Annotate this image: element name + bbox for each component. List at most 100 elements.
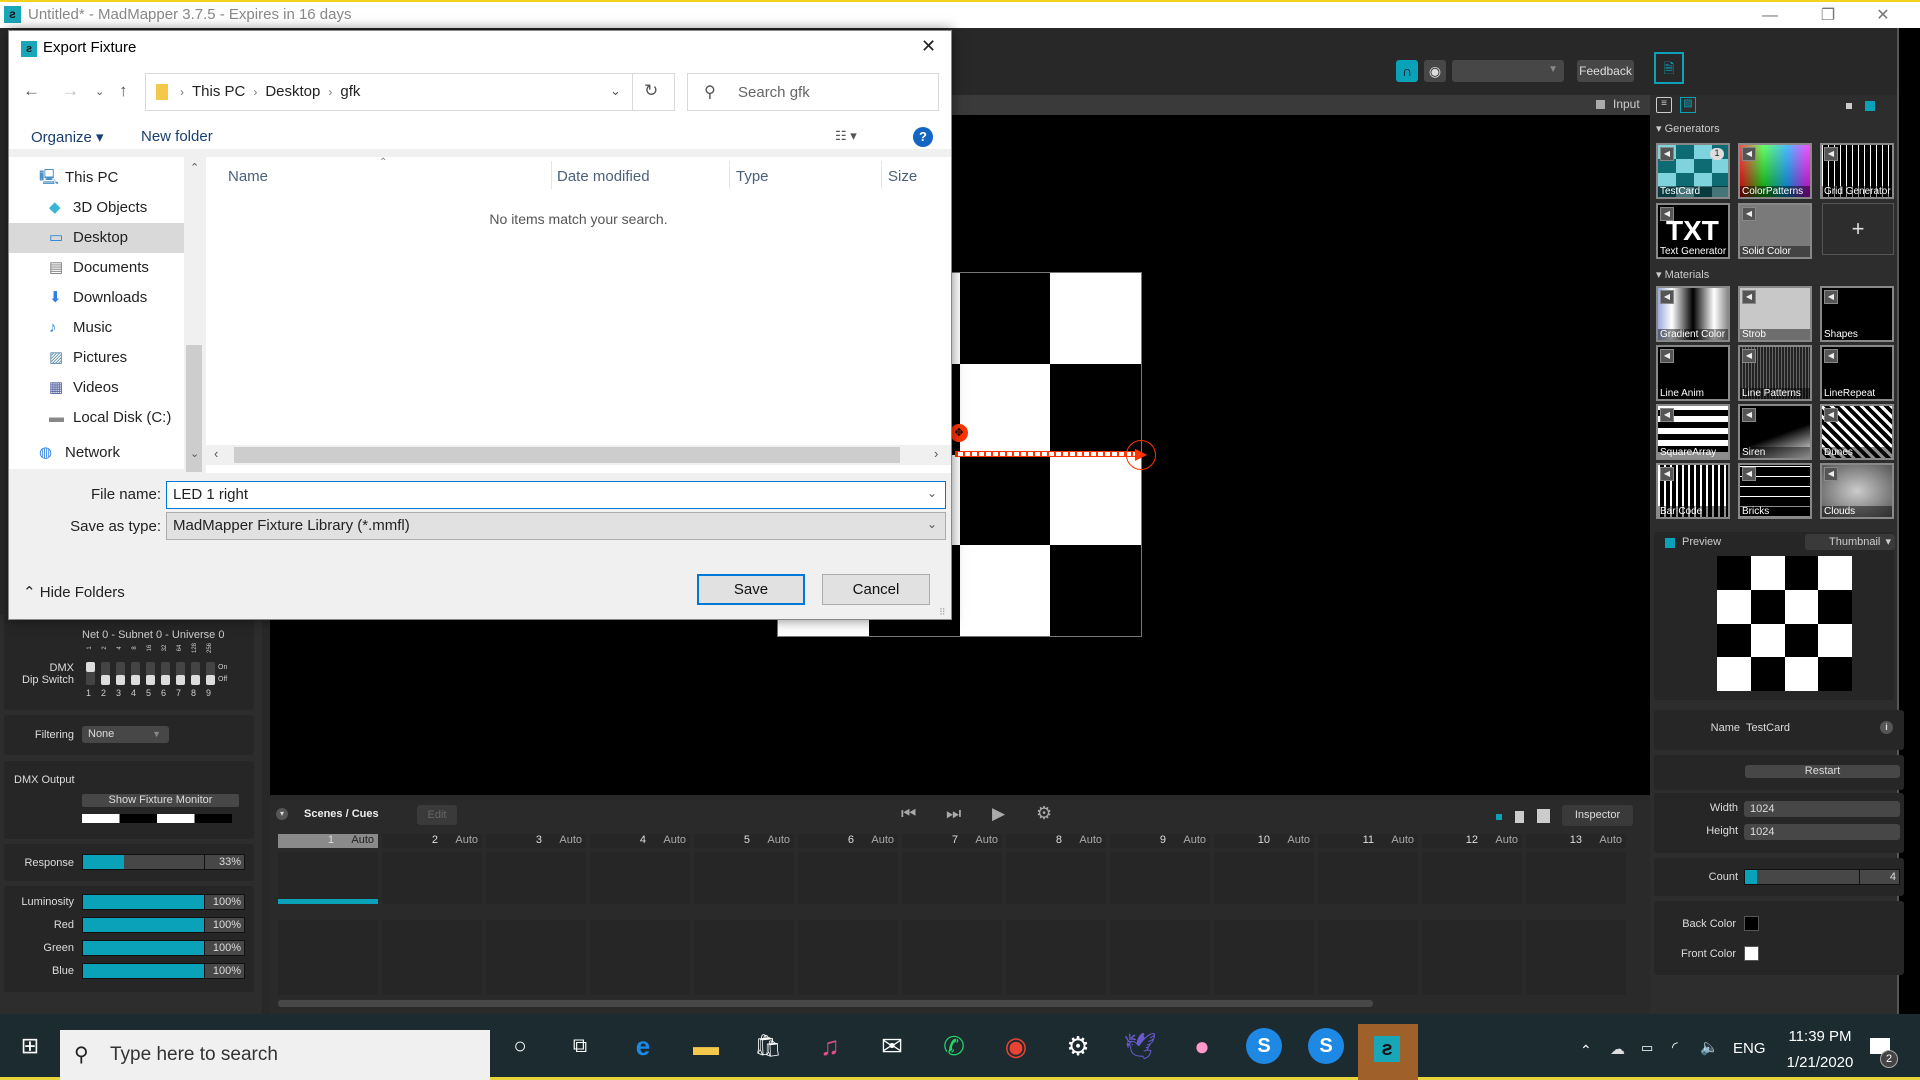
led-line-fixture[interactable] [955,451,1140,457]
height-input[interactable]: 1024 [1744,824,1900,840]
help-button[interactable]: ? [913,127,933,147]
bird-app-icon[interactable]: 🕊 [1122,1028,1158,1064]
language-indicator[interactable]: ENG [1733,1040,1766,1057]
material-tile[interactable]: ◀ Bricks [1738,463,1812,519]
cue-size-medium[interactable] [1515,811,1524,823]
dialog-close-button[interactable]: ✕ [921,36,936,57]
cue-cell[interactable] [382,852,482,904]
preview-play-icon[interactable]: ◀ [1824,147,1838,161]
dip-switch[interactable] [161,662,170,685]
nav-item[interactable]: ▤ Documents [9,253,184,283]
save-button[interactable]: Save [697,574,805,605]
cue-cell[interactable] [694,920,794,995]
cue-cell[interactable] [1006,920,1106,995]
cue-cell[interactable] [278,852,378,904]
cue-cell[interactable] [1318,852,1418,904]
preview-play-icon[interactable]: ◀ [1824,290,1838,304]
cue-cell[interactable] [1110,852,1210,904]
windows-start-icon[interactable]: ⊞ [12,1028,48,1064]
file-name-input[interactable]: LED 1 right ⌄ [166,481,946,509]
preview-play-icon[interactable]: ◀ [1742,349,1756,363]
generator-tile[interactable]: ◀ 1 TestCard [1656,143,1730,199]
recent-locations-icon[interactable]: ⌄ [95,85,104,98]
show-fixture-monitor-button[interactable]: Show Fixture Monitor [82,794,239,807]
cue-cell[interactable] [1526,852,1626,904]
maximize-button[interactable]: ❐ [1805,4,1851,28]
chrome-icon[interactable]: ◉ [998,1028,1034,1064]
view-options-icon[interactable]: ☷ ▾ [835,128,857,144]
cue-cell[interactable] [486,852,586,904]
image-view-icon[interactable]: ▨ [1680,97,1696,113]
cue-header[interactable]: 5 Auto [694,834,794,848]
cue-header[interactable]: 8 Auto [1006,834,1106,848]
itunes-icon[interactable]: ♫ [812,1028,848,1064]
channel-slider[interactable]: 100% [82,917,245,933]
edit-button[interactable]: Edit [417,805,457,825]
breadcrumb-item[interactable]: This PC [192,83,245,100]
cue-cell[interactable] [1422,852,1522,904]
move-handle-icon[interactable]: ✥ [950,424,968,442]
dip-switch[interactable] [146,662,155,685]
cues-horizontal-scrollbar[interactable] [278,1000,1373,1007]
collapse-icon[interactable]: ▾ [276,808,288,820]
material-tile[interactable]: ◀ LineRepeat [1820,345,1894,401]
onedrive-icon[interactable]: ☁ [1610,1040,1625,1058]
cue-size-large[interactable] [1537,809,1550,823]
material-tile[interactable]: ◀ SquareArray [1656,404,1730,460]
show-hidden-icons[interactable]: ⌃ [1580,1042,1592,1059]
cue-cell[interactable] [1110,920,1210,995]
pig-app-icon[interactable]: ● [1184,1028,1220,1064]
info-icon[interactable]: i [1880,721,1893,734]
task-view-icon[interactable]: ⧉ [562,1028,598,1064]
column-name[interactable]: Name [228,168,268,185]
whatsapp-icon[interactable]: ✆ [936,1028,972,1064]
refresh-icon[interactable]: ↻ [644,81,658,101]
breadcrumb-item[interactable]: Desktop [265,83,320,100]
settings-gear-icon[interactable]: ⚙ [1036,803,1052,824]
settings-icon[interactable]: ⚙ [1060,1028,1096,1064]
file-explorer-icon[interactable]: ▬ [688,1028,724,1064]
preview-play-icon[interactable]: ◀ [1824,467,1838,481]
nav-scrollbar[interactable]: ⌃ ⌄ [184,157,204,472]
column-type[interactable]: Type [736,168,769,185]
generator-tile[interactable]: ◀ TXT Text Generator [1656,203,1730,259]
cue-header[interactable]: 7 Auto [902,834,1002,848]
column-size[interactable]: Size [888,168,917,185]
volume-icon[interactable]: 🔈 [1700,1038,1719,1056]
scroll-left-icon[interactable]: ‹ [214,446,218,461]
preview-play-icon[interactable]: ◀ [1660,467,1674,481]
cue-cell[interactable] [1422,920,1522,995]
battery-icon[interactable]: ▭ [1641,1040,1653,1056]
play-icon[interactable]: ▶ [992,804,1005,824]
material-tile[interactable]: ◀ Clouds [1820,463,1894,519]
taskbar-search[interactable]: ⚲ Type here to search [60,1030,490,1080]
nav-item[interactable]: ▬ Local Disk (C:) [9,403,184,433]
back-color-swatch[interactable] [1744,916,1759,931]
madmapper-taskbar-button[interactable]: ƨ [1358,1024,1418,1080]
chevron-down-icon[interactable]: ⌄ [927,486,937,500]
preview-play-icon[interactable]: ◀ [1742,467,1756,481]
channel-slider[interactable]: 100% [82,940,245,956]
cue-cell[interactable] [902,852,1002,904]
cue-cell[interactable] [1214,920,1314,995]
hide-folders-button[interactable]: ⌃ Hide Folders [23,583,125,601]
export-image-icon[interactable]: 🗎 [1654,52,1684,84]
cue-header[interactable]: 2 Auto [382,834,482,848]
cue-header[interactable]: 9 Auto [1110,834,1210,848]
preview-mode-dropdown[interactable]: Thumbnail ▾ [1805,534,1895,550]
cue-cell[interactable] [798,920,898,995]
horizontal-scrollbar[interactable]: ‹ › [206,445,951,465]
preview-play-icon[interactable]: ◀ [1742,147,1756,161]
large-size-toggle[interactable] [1865,101,1875,111]
cue-header[interactable]: 10 Auto [1214,834,1314,848]
breadcrumb-item[interactable]: gfk [340,83,360,100]
arrow-end-handle-icon[interactable]: ▶ [1126,440,1156,470]
dip-switch[interactable] [86,662,95,685]
search-input[interactable]: Search gfk [738,84,810,101]
cue-header[interactable]: 13 Auto [1526,834,1626,848]
preview-checkbox[interactable] [1665,538,1675,548]
cortana-icon[interactable]: ○ [502,1028,538,1064]
nav-item[interactable]: ⬇ Downloads [9,283,184,313]
cue-cell[interactable] [798,852,898,904]
edge-icon[interactable]: e [625,1028,661,1064]
